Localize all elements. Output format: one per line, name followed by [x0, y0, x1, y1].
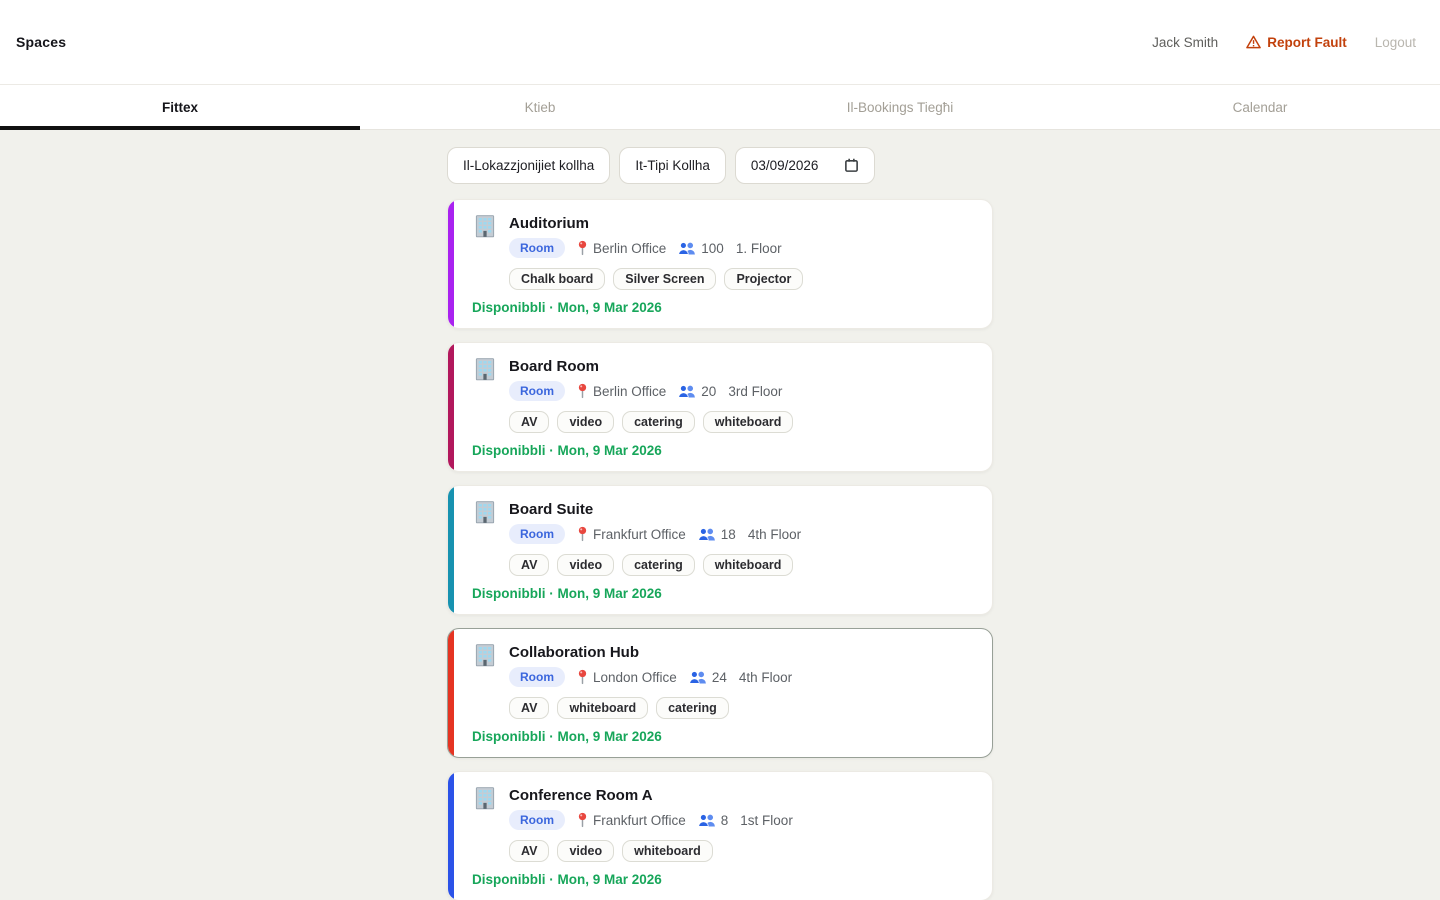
room-capacity: 24	[711, 669, 727, 685]
room-tags: AV video catering whiteboard	[509, 554, 976, 576]
location-pin-icon	[577, 812, 588, 828]
warning-icon	[1246, 35, 1262, 49]
room-tag: Projector	[724, 268, 804, 290]
room-type-badge: Room	[509, 238, 565, 258]
room-name: Auditorium	[509, 215, 589, 232]
room-tag: Silver Screen	[613, 268, 717, 290]
date-input[interactable]: 03/09/2026	[734, 147, 876, 184]
user-name: Jack Smith	[1152, 34, 1219, 50]
capacity-icon	[678, 241, 696, 255]
capacity-icon	[698, 527, 716, 541]
room-tag: video	[557, 554, 615, 576]
type-filter-select[interactable]: It-Tipi Kollha	[619, 147, 726, 184]
main-content: Il-Lokazzjonijiet kollha It-Tipi Kollha …	[447, 130, 993, 900]
logout-button[interactable]: Logout	[1375, 35, 1416, 50]
room-card[interactable]: Auditorium Room Berlin Office 100 1. Flo…	[447, 199, 993, 329]
room-list: Auditorium Room Berlin Office 100 1. Flo…	[447, 199, 993, 900]
room-location: Berlin Office	[593, 240, 667, 256]
room-floor: 4th Floor	[738, 669, 793, 685]
location-pin-icon	[577, 526, 588, 542]
room-location: Frankfurt Office	[593, 526, 686, 542]
room-type-badge: Room	[509, 810, 565, 830]
app-title: Spaces	[16, 34, 67, 50]
room-tag: video	[557, 411, 615, 433]
room-capacity: 8	[720, 812, 729, 828]
room-tag: catering	[622, 411, 695, 433]
room-availability-status: Disponibbli · Mon, 9 Mar 2026	[472, 872, 662, 887]
room-accent-bar	[448, 629, 454, 757]
room-tag: whiteboard	[622, 840, 713, 862]
room-floor: 4th Floor	[747, 526, 802, 542]
room-tag: AV	[509, 840, 550, 862]
room-card[interactable]: Conference Room A Room Frankfurt Office	[447, 771, 993, 900]
room-floor: 1. Floor	[735, 240, 782, 256]
room-tag: catering	[656, 697, 729, 719]
room-type-badge: Room	[509, 381, 565, 401]
location-pin-icon	[577, 383, 588, 399]
room-floor: 1st Floor	[740, 812, 793, 828]
room-tag: Chalk board	[509, 268, 606, 290]
room-tag: video	[557, 840, 615, 862]
room-accent-bar	[448, 200, 454, 328]
room-location: Berlin Office	[593, 383, 667, 399]
app-header: Spaces Jack Smith Report Fault Logout	[0, 0, 1440, 85]
room-card[interactable]: Board Suite Room Frankfurt Office 18 4th…	[447, 485, 993, 615]
room-name: Conference Room A	[509, 787, 653, 804]
room-tags: AV video whiteboard	[509, 840, 976, 862]
room-floor: 3rd Floor	[728, 383, 783, 399]
building-icon	[472, 499, 498, 544]
room-capacity: 20	[701, 383, 717, 399]
room-availability-status: Disponibbli · Mon, 9 Mar 2026	[472, 729, 662, 744]
date-value: 03/09/2026	[750, 158, 819, 173]
room-type-badge: Room	[509, 524, 565, 544]
room-accent-bar	[448, 343, 454, 471]
room-availability-status: Disponibbli · Mon, 9 Mar 2026	[472, 300, 662, 315]
room-capacity: 18	[720, 526, 736, 542]
room-accent-bar	[448, 772, 454, 900]
tab-my-bookings[interactable]: Il-Bookings Tiegħi	[720, 85, 1080, 129]
tab-bar: Fittex Ktieb Il-Bookings Tiegħi Calendar	[0, 85, 1440, 130]
tab-fittex[interactable]: Fittex	[0, 85, 360, 130]
room-name: Collaboration Hub	[509, 644, 639, 661]
building-icon	[472, 785, 498, 830]
location-filter-select[interactable]: Il-Lokazzjonijiet kollha	[447, 147, 611, 184]
building-icon	[472, 642, 498, 687]
tab-ktieb[interactable]: Ktieb	[360, 85, 720, 129]
building-icon	[472, 213, 498, 258]
room-location: Frankfurt Office	[593, 812, 686, 828]
location-pin-icon	[577, 669, 588, 685]
room-card[interactable]: Collaboration Hub Room London Office 24 …	[447, 628, 993, 758]
room-type-badge: Room	[509, 667, 565, 687]
tab-calendar[interactable]: Calendar	[1080, 85, 1440, 129]
room-name: Board Room	[509, 358, 599, 375]
room-tag: whiteboard	[557, 697, 649, 719]
room-availability-status: Disponibbli · Mon, 9 Mar 2026	[472, 586, 662, 601]
room-tags: AV video catering whiteboard	[509, 411, 976, 433]
room-tag: AV	[509, 554, 550, 576]
room-location: London Office	[593, 669, 677, 685]
room-tag: AV	[509, 697, 550, 719]
room-card[interactable]: Board Room Room Berlin Office 20 3rd Flo…	[447, 342, 993, 472]
room-tag: catering	[622, 554, 695, 576]
room-capacity: 100	[701, 240, 724, 256]
report-fault-button[interactable]: Report Fault	[1246, 35, 1347, 50]
calendar-icon[interactable]	[844, 158, 859, 173]
room-availability-status: Disponibbli · Mon, 9 Mar 2026	[472, 443, 662, 458]
capacity-icon	[698, 813, 716, 827]
room-tag: AV	[509, 411, 550, 433]
room-tags: AV whiteboard catering	[509, 697, 976, 719]
capacity-icon	[678, 384, 696, 398]
room-tags: Chalk board Silver Screen Projector	[509, 268, 976, 290]
report-fault-label: Report Fault	[1267, 34, 1347, 50]
room-name: Board Suite	[509, 501, 594, 518]
capacity-icon	[689, 670, 707, 684]
room-accent-bar	[448, 486, 454, 614]
room-tag: whiteboard	[702, 554, 794, 576]
room-tag: whiteboard	[702, 411, 794, 433]
location-pin-icon	[577, 240, 588, 256]
filter-row: Il-Lokazzjonijiet kollha It-Tipi Kollha …	[447, 147, 993, 184]
building-icon	[472, 356, 498, 401]
